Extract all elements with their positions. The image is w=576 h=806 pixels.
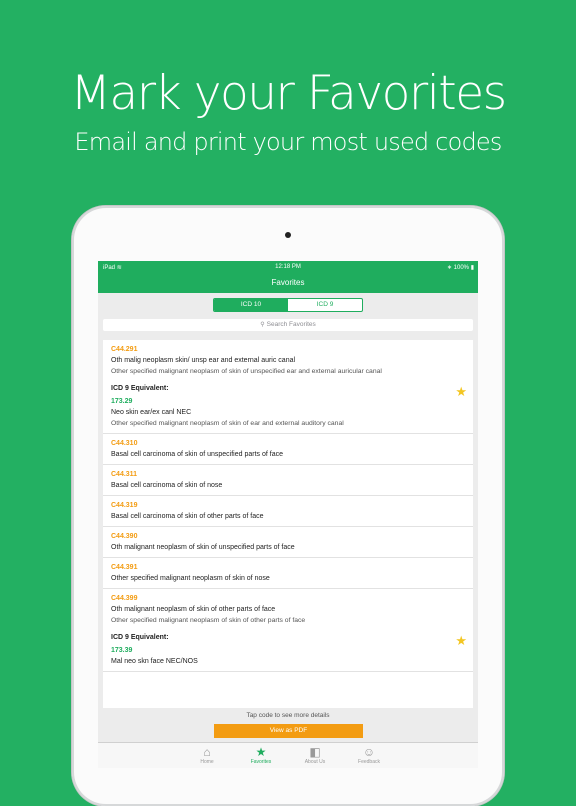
item-short-desc: Other specified malignant neoplasm of sk… [111,575,270,582]
tab-label: Feedback [358,759,380,765]
item-code[interactable]: C44.310 [111,439,465,449]
list-item[interactable]: C44.310 Basal cell carcinoma of skin of … [103,434,473,465]
view-pdf-button[interactable]: View as PDF [214,724,363,738]
search-icon: ⚲ [260,322,265,328]
list-item[interactable]: C44.399 Oth malignant neoplasm of skin o… [103,589,473,672]
app-screen: iPad ≋ 12:18 PM ∗ 100% ▮ Favorites ICD 1… [98,261,478,768]
item-long-desc: Other specified malignant neoplasm of sk… [111,368,382,375]
tab-home[interactable]: ⌂ Home [187,745,227,765]
equivalent-title: ICD 9 Equivalent: [111,634,169,641]
favorites-list: C44.291 Oth malig neoplasm skin/ unsp ea… [103,340,473,708]
tap-hint: Tap code to see more details [246,712,330,719]
bluetooth-icon: ∗ [446,265,452,271]
code-set-segment: ICD 10 ICD 9 [213,298,363,312]
equivalent-code[interactable]: 173.39 [111,645,465,656]
tab-bar: ⌂ Home ★ Favorites ◧ About Us ☺ Feedback [98,742,478,768]
segment-icd10[interactable]: ICD 10 [214,299,288,311]
tab-label: Home [200,759,214,765]
item-short-desc: Basal cell carcinoma of skin of other pa… [111,513,264,520]
search-input[interactable]: ⚲ Search Favorites [103,319,473,331]
tab-about-us[interactable]: ◧ About Us [295,745,335,765]
list-item[interactable]: C44.391 Other specified malignant neopla… [103,558,473,589]
info-icon: ◧ [309,745,321,759]
tab-label: Favorites [250,759,272,765]
tab-label: About Us [304,759,326,765]
tab-feedback[interactable]: ☺ Feedback [349,745,389,765]
search-placeholder: Search Favorites [266,321,316,328]
item-short-desc: Oth malignant neoplasm of skin of other … [111,606,276,613]
battery-indicator: ∗ 100% ▮ [446,265,474,271]
list-item[interactable]: C44.319 Basal cell carcinoma of skin of … [103,496,473,527]
favorite-star-icon[interactable]: ★ [455,634,467,647]
item-short-desc: Oth malig neoplasm skin/ unsp ear and ex… [111,357,296,364]
equivalent-title: ICD 9 Equivalent: [111,385,169,392]
item-code[interactable]: C44.311 [111,470,465,480]
item-short-desc: Basal cell carcinoma of skin of nose [111,482,223,489]
item-code[interactable]: C44.391 [111,563,465,573]
status-bar: iPad ≋ 12:18 PM ∗ 100% ▮ [98,261,478,273]
item-short-desc: Oth malignant neoplasm of skin of unspec… [111,544,295,551]
list-item[interactable]: C44.291 Oth malig neoplasm skin/ unsp ea… [103,340,473,434]
star-icon: ★ [255,745,267,759]
equivalent-long-desc: Other specified malignant neoplasm of sk… [111,420,344,427]
favorite-star-icon[interactable]: ★ [455,385,467,398]
item-code[interactable]: C44.291 [111,345,465,355]
promo-subline: Email and print your most used codes [74,128,502,156]
item-code[interactable]: C44.390 [111,532,465,542]
battery-icon: ▮ [470,265,474,271]
item-code[interactable]: C44.319 [111,501,465,511]
house-icon: ⌂ [203,745,211,759]
status-time: 12:18 PM [275,264,301,270]
equivalent-short-desc: Neo skin ear/ex canl NEC [111,409,192,416]
nav-title: Favorites [98,273,478,293]
camera [285,232,291,238]
list-item[interactable]: C44.390 Oth malignant neoplasm of skin o… [103,527,473,558]
speech-bubble-icon: ☺ [362,745,376,759]
list-item[interactable]: C44.311 Basal cell carcinoma of skin of … [103,465,473,496]
promo-headline: Mark your Favorites [70,66,507,121]
equivalent-code[interactable]: 173.29 [111,396,465,407]
item-long-desc: Other specified malignant neoplasm of sk… [111,617,306,624]
item-short-desc: Basal cell carcinoma of skin of unspecif… [111,451,283,458]
segment-icd9[interactable]: ICD 9 [288,299,362,311]
item-code[interactable]: C44.399 [111,594,465,604]
equivalent-short-desc: Mal neo skn face NEC/NOS [111,658,198,665]
tab-favorites[interactable]: ★ Favorites [241,745,281,765]
